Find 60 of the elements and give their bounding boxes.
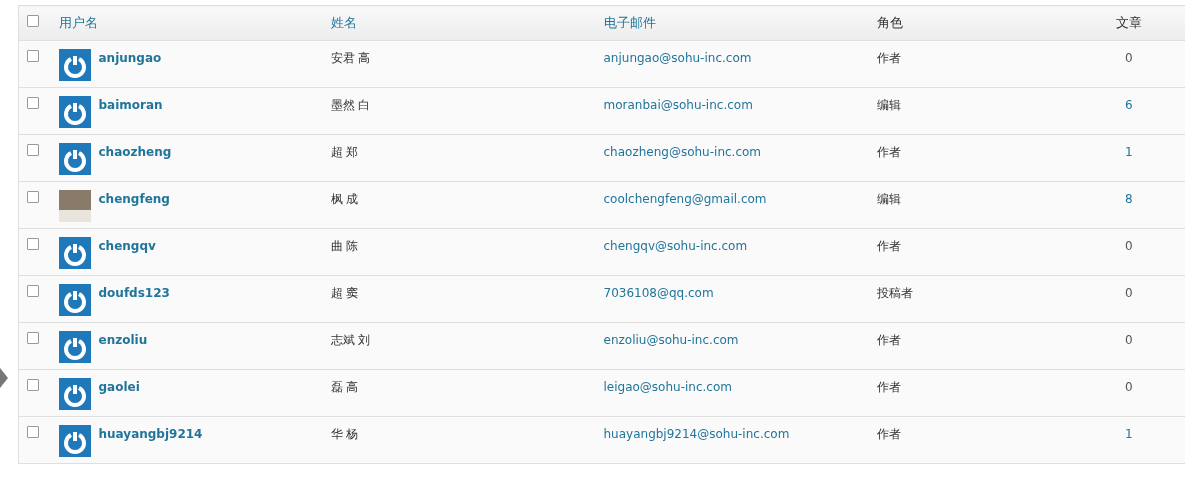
user-fullname: 磊 高 — [330, 380, 359, 394]
username-link[interactable]: doufds123 — [98, 284, 170, 316]
username-link[interactable]: anjungao — [98, 49, 162, 81]
email-link[interactable]: leigao@sohu-inc.com — [603, 380, 732, 394]
user-role: 编辑 — [876, 98, 901, 112]
user-role: 编辑 — [876, 192, 901, 206]
user-fullname: 超 窦 — [330, 286, 359, 300]
post-count: 0 — [1124, 333, 1133, 347]
post-count: 0 — [1124, 286, 1133, 300]
post-count[interactable]: 6 — [1124, 98, 1133, 112]
post-count[interactable]: 1 — [1124, 145, 1133, 159]
checkbox[interactable] — [27, 379, 39, 391]
user-role: 作者 — [876, 333, 901, 347]
user-role: 作者 — [876, 51, 901, 65]
column-header[interactable]: 用户名 — [58, 15, 98, 31]
user-fullname: 超 郑 — [330, 145, 359, 159]
column-header[interactable]: 电子邮件 — [603, 15, 656, 31]
user-role: 作者 — [876, 380, 901, 394]
email-link[interactable]: chaozheng@sohu-inc.com — [603, 145, 762, 159]
post-count: 0 — [1124, 380, 1133, 394]
column-header: 文章 — [1115, 15, 1142, 31]
checkbox[interactable] — [27, 144, 39, 156]
email-link[interactable]: moranbai@sohu-inc.com — [603, 98, 753, 112]
user-role: 作者 — [876, 239, 901, 253]
post-count[interactable]: 1 — [1124, 427, 1133, 441]
checkbox[interactable] — [27, 97, 39, 109]
post-count[interactable]: 8 — [1124, 192, 1133, 206]
email-link[interactable]: anjungao@sohu-inc.com — [603, 51, 752, 65]
post-count: 0 — [1124, 239, 1133, 253]
username-link[interactable]: chaozheng — [98, 143, 172, 175]
checkbox[interactable] — [27, 426, 39, 438]
checkbox[interactable] — [27, 191, 39, 203]
user-fullname: 安君 高 — [330, 51, 371, 65]
chevron-icon[interactable] — [0, 368, 8, 388]
checkbox[interactable] — [27, 238, 39, 250]
checkbox[interactable] — [27, 332, 39, 344]
email-link[interactable]: 7036108@qq.com — [603, 286, 714, 300]
username-link[interactable]: gaolei — [98, 378, 140, 410]
email-link[interactable]: huayangbj9214@sohu-inc.com — [603, 427, 790, 441]
user-fullname: 志斌 刘 — [330, 333, 371, 347]
username-link[interactable]: chengfeng — [98, 190, 170, 222]
user-role: 作者 — [876, 145, 901, 159]
user-fullname: 枫 成 — [330, 192, 359, 206]
email-link[interactable]: coolchengfeng@gmail.com — [603, 192, 767, 206]
column-header: 角色 — [876, 15, 903, 31]
email-link[interactable]: enzoliu@sohu-inc.com — [603, 333, 739, 347]
user-role: 作者 — [876, 427, 901, 441]
post-count: 0 — [1124, 51, 1133, 65]
username-link[interactable]: enzoliu — [98, 331, 148, 363]
user-fullname: 曲 陈 — [330, 239, 359, 253]
username-link[interactable]: chengqv — [98, 237, 156, 269]
user-fullname: 华 杨 — [330, 427, 359, 441]
column-header[interactable]: 姓名 — [330, 15, 357, 31]
user-role: 投稿者 — [876, 286, 913, 300]
user-fullname: 墨然 白 — [330, 98, 371, 112]
checkbox[interactable] — [27, 285, 39, 297]
checkbox[interactable] — [27, 15, 39, 28]
username-link[interactable]: baimoran — [98, 96, 163, 128]
email-link[interactable]: chengqv@sohu-inc.com — [603, 239, 748, 253]
checkbox[interactable] — [27, 50, 39, 62]
